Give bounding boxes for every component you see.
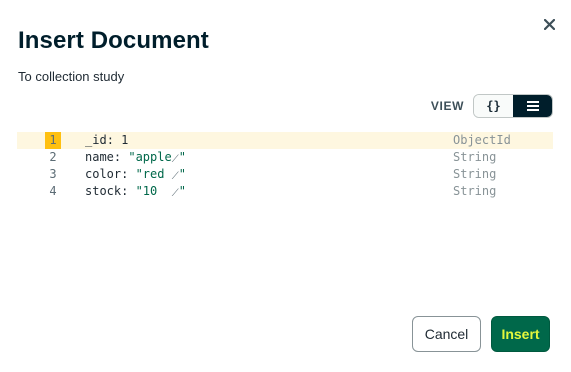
cancel-button-label: Cancel <box>424 326 469 342</box>
view-toggle: {} <box>473 94 553 118</box>
line-number: 1 <box>49 133 57 147</box>
view-label: VIEW <box>430 99 464 113</box>
view-toggle-bar: VIEW {} <box>431 94 553 118</box>
field-entry[interactable]: color: "red ⟋" <box>85 166 186 184</box>
json-view-button[interactable]: {} <box>474 95 513 117</box>
document-editor[interactable]: 1 _id: 1 ObjectId 2 name: "apple⟋" Strin… <box>17 132 553 200</box>
field-entry[interactable]: name: "apple⟋" <box>85 149 186 167</box>
field-value[interactable]: 1 <box>121 133 128 147</box>
list-icon <box>526 101 539 111</box>
dialog-subtitle: To collection study <box>18 69 125 84</box>
field-entry[interactable]: stock: "10 ⟋" <box>85 183 186 201</box>
editor-row[interactable]: 4 stock: "10 ⟋" String <box>17 183 553 200</box>
field-key: _id <box>85 133 107 147</box>
insert-button[interactable]: Insert <box>491 316 550 352</box>
field-key: name <box>85 150 114 164</box>
close-button[interactable] <box>539 14 559 34</box>
insert-document-dialog: Insert Document To collection study VIEW… <box>0 0 571 372</box>
insert-button-label: Insert <box>501 326 540 342</box>
field-type[interactable]: String <box>453 149 496 166</box>
field-key: stock <box>85 184 122 198</box>
field-type[interactable]: String <box>453 183 496 200</box>
line-number: 4 <box>49 184 57 198</box>
field-value[interactable]: "10 <box>136 184 172 198</box>
json-view-label: {} <box>486 99 501 113</box>
field-value-quote: " <box>178 184 186 198</box>
field-value-quote: " <box>178 167 186 181</box>
editor-row[interactable]: 1 _id: 1 ObjectId <box>17 132 553 149</box>
field-value-quote: " <box>178 150 186 164</box>
close-icon <box>543 18 555 30</box>
dialog-title: Insert Document <box>18 27 209 54</box>
editor-row[interactable]: 2 name: "apple⟋" String <box>17 149 553 166</box>
line-number: 2 <box>49 150 57 164</box>
cancel-button[interactable]: Cancel <box>412 316 481 352</box>
field-type[interactable]: String <box>453 166 496 183</box>
field-value[interactable]: "red <box>136 167 172 181</box>
line-number: 3 <box>49 167 57 181</box>
resize-handle-icon[interactable]: ⟋ <box>172 185 179 202</box>
field-key: color <box>85 167 122 181</box>
field-value[interactable]: "apple <box>128 150 171 164</box>
field-entry[interactable]: _id: 1 <box>85 132 128 149</box>
editor-row[interactable]: 3 color: "red ⟋" String <box>17 166 553 183</box>
field-type[interactable]: ObjectId <box>453 132 511 149</box>
list-view-button[interactable] <box>513 95 552 117</box>
